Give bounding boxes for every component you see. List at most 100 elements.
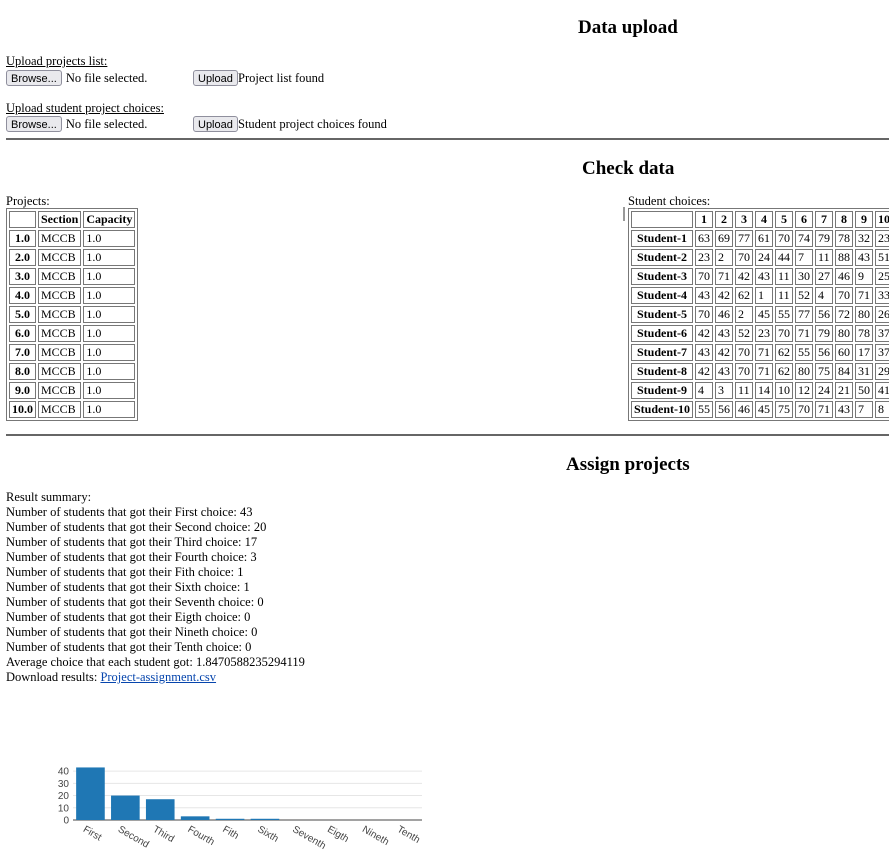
table-scroll-handle[interactable] xyxy=(623,207,625,221)
table-cell: 55 xyxy=(695,401,714,418)
table-cell: 1 xyxy=(755,287,774,304)
table-cell: 32 xyxy=(855,230,874,247)
table-cell: 79 xyxy=(815,230,834,247)
student-choices-table: 1 2 3 4 5 6 7 8 9 10 Student-1 63 69 77 61 70 74 79 78 32 2… xyxy=(628,208,889,421)
row-header: 7.0 xyxy=(9,344,36,361)
table-cell: 71 xyxy=(855,287,874,304)
project-row: 9.0 MCCB 1.0 xyxy=(9,382,136,399)
summary-line: Number of students that got their Sevent… xyxy=(6,595,264,609)
table-cell: 42 xyxy=(695,325,714,342)
data-upload-title: Data upload xyxy=(578,17,678,38)
table-cell: 1.0 xyxy=(83,230,136,247)
choices-header-3: 3 xyxy=(735,211,754,228)
row-header: 8.0 xyxy=(9,363,36,380)
row-header: 4.0 xyxy=(9,287,36,304)
bar-second[interactable] xyxy=(111,795,140,820)
project-row: 8.0 MCCB 1.0 xyxy=(9,363,136,380)
table-cell: 42 xyxy=(735,268,754,285)
table-cell: 1.0 xyxy=(83,249,136,266)
choices-upload-button[interactable]: Upload xyxy=(193,116,238,132)
download-link[interactable]: Project-assignment.csv xyxy=(100,670,216,684)
row-header: Student-10 xyxy=(631,401,694,418)
summary-line: Number of students that got their Sixth … xyxy=(6,580,250,594)
row-header: Student-9 xyxy=(631,382,694,399)
bar-third[interactable] xyxy=(145,799,175,820)
table-cell: 52 xyxy=(795,287,814,304)
bar-sixth[interactable] xyxy=(250,818,280,820)
table-cell: MCCB xyxy=(38,344,82,361)
table-cell: 70 xyxy=(695,268,714,285)
student-row: Student-10 55 56 46 45 75 70 71 43 7 8 xyxy=(631,401,889,418)
summary-line: Average choice that each student got: 1.… xyxy=(6,655,305,669)
student-row: Student-4 43 42 62 1 11 52 4 70 71 33 xyxy=(631,287,889,304)
table-cell: 74 xyxy=(795,230,814,247)
table-cell: 50 xyxy=(855,382,874,399)
x-tick-label: Seventh xyxy=(290,824,327,852)
table-cell: 31 xyxy=(855,363,874,380)
project-row: 7.0 MCCB 1.0 xyxy=(9,344,136,361)
table-cell: 55 xyxy=(795,344,814,361)
table-cell: 41 xyxy=(875,382,889,399)
y-tick-label: 40 xyxy=(58,767,70,778)
table-cell: 8 xyxy=(875,401,889,418)
table-cell: 43 xyxy=(695,344,714,361)
choices-header-1: 1 xyxy=(695,211,714,228)
projects-browse-button[interactable]: Browse... xyxy=(6,70,62,86)
bar-first[interactable] xyxy=(76,767,105,820)
row-header: 5.0 xyxy=(9,306,36,323)
summary-line: Number of students that got their First … xyxy=(6,505,253,519)
row-header: 9.0 xyxy=(9,382,36,399)
table-cell: 45 xyxy=(755,401,774,418)
table-cell: 23 xyxy=(755,325,774,342)
table-cell: 77 xyxy=(735,230,754,247)
x-tick-label: Fith xyxy=(221,824,241,842)
table-cell: 56 xyxy=(815,306,834,323)
summary-line: Number of students that got their Second… xyxy=(6,520,267,534)
projects-caption: Projects: xyxy=(6,194,50,208)
table-cell: 46 xyxy=(735,401,754,418)
upload-choices-label: Upload student project choices: xyxy=(6,101,164,115)
table-cell: 9 xyxy=(855,268,874,285)
projects-upload-button[interactable]: Upload xyxy=(193,70,238,86)
table-cell: 17 xyxy=(855,344,874,361)
table-cell: MCCB xyxy=(38,287,82,304)
table-cell: 61 xyxy=(755,230,774,247)
choices-status-text: Student project choices found xyxy=(238,117,387,131)
choices-file-input[interactable]: Browse... No file selected. xyxy=(6,116,147,132)
table-cell: 72 xyxy=(835,306,854,323)
table-cell: 43 xyxy=(855,249,874,266)
table-cell: MCCB xyxy=(38,325,82,342)
x-tick-label: First xyxy=(81,824,104,843)
table-cell: 1.0 xyxy=(83,401,136,418)
table-cell: MCCB xyxy=(38,382,82,399)
project-row: 3.0 MCCB 1.0 xyxy=(9,268,136,285)
x-tick-label: Fourth xyxy=(186,824,217,848)
choices-browse-button[interactable]: Browse... xyxy=(6,116,62,132)
bar-fith[interactable] xyxy=(215,818,245,820)
bar-fourth[interactable] xyxy=(180,816,210,820)
table-cell: 2 xyxy=(715,249,734,266)
table-cell: 84 xyxy=(835,363,854,380)
projects-header-1: Section xyxy=(38,211,82,228)
student-row: Student-6 42 43 52 23 70 71 79 80 78 37 xyxy=(631,325,889,342)
table-cell: 42 xyxy=(715,344,734,361)
student-row: Student-7 43 42 70 71 62 55 56 60 17 37 xyxy=(631,344,889,361)
project-row: 10.0 MCCB 1.0 xyxy=(9,401,136,418)
table-cell: 70 xyxy=(695,306,714,323)
table-cell: 7 xyxy=(795,249,814,266)
projects-file-input[interactable]: Browse... No file selected. xyxy=(6,70,147,86)
table-cell: 44 xyxy=(775,249,794,266)
result-summary: Result summary: Number of students that … xyxy=(6,490,305,685)
choices-header-7: 7 xyxy=(815,211,834,228)
table-cell: 55 xyxy=(775,306,794,323)
table-cell: 1.0 xyxy=(83,363,136,380)
projects-status-text: Project list found xyxy=(238,71,325,85)
summary-line: Number of students that got their Fourth… xyxy=(6,550,257,564)
table-cell: 1.0 xyxy=(83,344,136,361)
table-cell: MCCB xyxy=(38,230,82,247)
table-cell: 1.0 xyxy=(83,325,136,342)
choices-caption: Student choices: xyxy=(628,194,711,208)
table-cell: 60 xyxy=(835,344,854,361)
row-header: Student-8 xyxy=(631,363,694,380)
row-header: Student-3 xyxy=(631,268,694,285)
